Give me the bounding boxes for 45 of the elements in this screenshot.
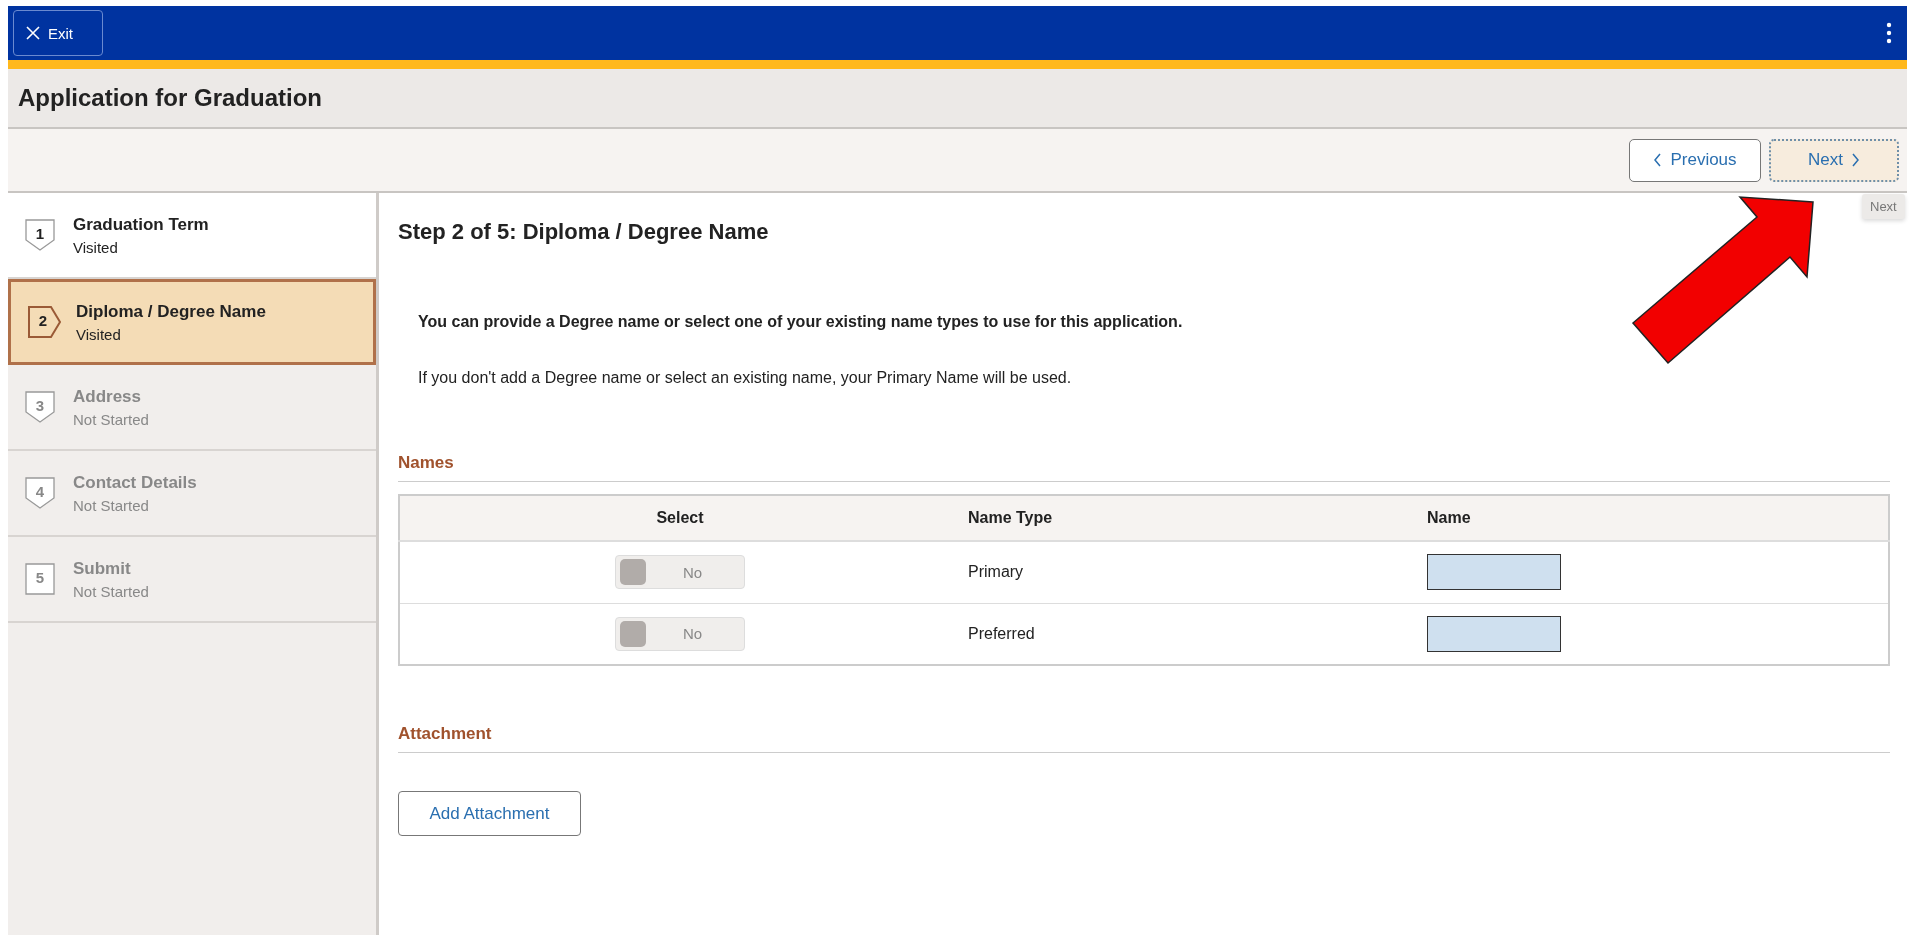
step-number: 5 bbox=[35, 568, 45, 586]
exit-button[interactable]: Exit bbox=[13, 10, 103, 56]
name-input-field[interactable] bbox=[1427, 554, 1561, 591]
step-item[interactable]: 1 Graduation Term Visited bbox=[8, 193, 376, 279]
section-title: Attachment bbox=[398, 724, 1890, 753]
tooltip: Next bbox=[1862, 194, 1905, 219]
intro-text: You can provide a Degree name or select one of your existing name types to use for this application. bbox=[418, 313, 1184, 331]
add-attachment-button[interactable]: Add Attachment bbox=[398, 791, 581, 836]
step-heading: Step 2 of 5: Diploma / Degree Name bbox=[398, 219, 770, 245]
select-toggle[interactable]: No bbox=[614, 555, 745, 590]
step-status: Not Started bbox=[73, 582, 149, 600]
step-number: 3 bbox=[35, 396, 45, 414]
step-item[interactable]: 5 Submit Not Started bbox=[8, 537, 376, 623]
column-header: Name Type bbox=[960, 495, 1423, 541]
page-title: Application for Graduation bbox=[18, 84, 322, 112]
column-header: Select bbox=[399, 495, 960, 541]
step-status: Not Started bbox=[73, 496, 150, 514]
step-label: Contact Details bbox=[73, 472, 197, 493]
name-input-field[interactable] bbox=[1427, 615, 1561, 652]
step-label: Submit bbox=[73, 558, 132, 579]
step-item[interactable]: 2 Diploma / Degree Name Visited bbox=[8, 279, 376, 365]
step-label: Address bbox=[73, 386, 143, 407]
table-cell: Primary bbox=[960, 541, 1423, 603]
step-number: 2 bbox=[38, 311, 48, 329]
step-number: 1 bbox=[35, 224, 45, 242]
step-item[interactable]: 4 Contact Details Not Started bbox=[8, 451, 376, 537]
close-icon bbox=[26, 26, 40, 40]
more-icon bbox=[1886, 22, 1892, 44]
previous-button[interactable]: Previous bbox=[1629, 138, 1761, 182]
chevron-left-icon bbox=[1653, 153, 1663, 167]
step-item[interactable]: 3 Address Not Started bbox=[8, 365, 376, 451]
select-toggle[interactable]: No bbox=[614, 616, 745, 651]
step-marker-icon bbox=[27, 304, 62, 340]
table-cell: Preferred bbox=[960, 603, 1423, 665]
next-button[interactable]: Next bbox=[1769, 138, 1899, 182]
chevron-right-icon bbox=[1851, 153, 1860, 167]
step-number: 4 bbox=[35, 482, 45, 500]
note-text: If you don't add a Degree name or select an existing name, your Primary Name will be used. bbox=[418, 369, 1073, 387]
step-label: Graduation Term bbox=[73, 214, 209, 235]
step-label: Diploma / Degree Name bbox=[76, 301, 266, 322]
column-header: Name bbox=[1423, 495, 1889, 541]
step-status: Visited bbox=[76, 325, 122, 343]
step-status: Visited bbox=[73, 238, 119, 256]
section-title: Names bbox=[398, 453, 1890, 482]
step-status: Not Started bbox=[73, 410, 149, 428]
